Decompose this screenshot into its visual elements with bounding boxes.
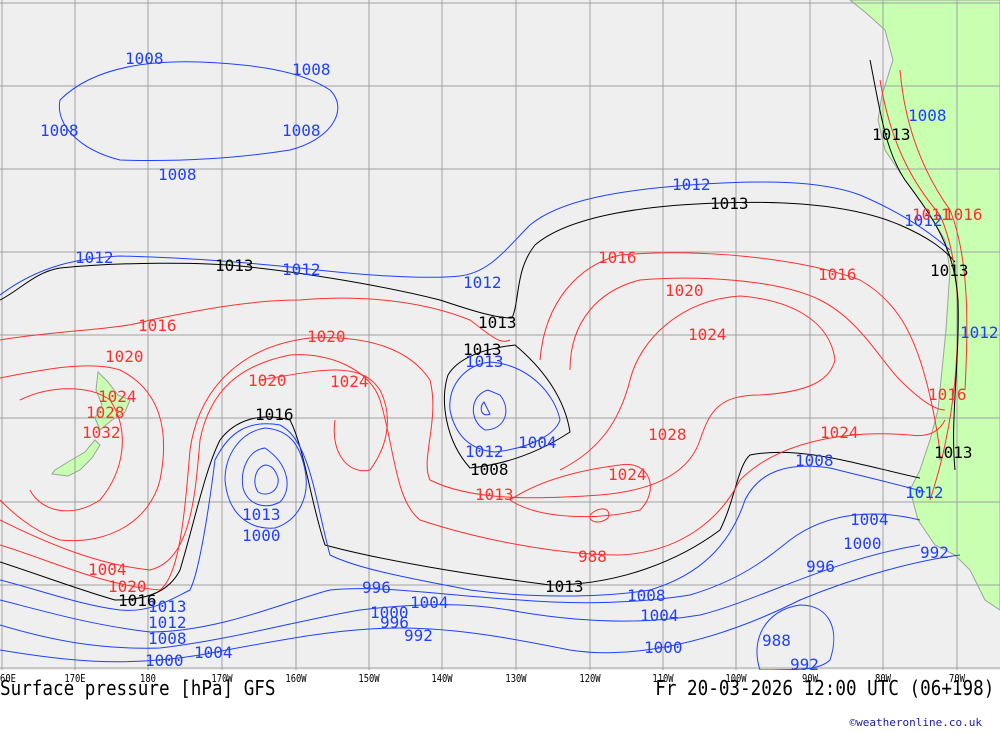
isobar-label: 1008 <box>908 106 947 125</box>
isobar-label: 1016 <box>598 248 637 267</box>
isobar-label: 1032 <box>82 423 121 442</box>
isobar-label: 1000 <box>242 526 281 545</box>
longitude-label: 130W <box>505 672 527 685</box>
longitude-label: 150W <box>358 672 380 685</box>
isobar-label: 1020 <box>105 347 144 366</box>
isobar-label: 1000 <box>843 534 882 553</box>
isobar-label: 1020 <box>248 371 287 390</box>
isobar-label: 1012 <box>75 248 114 267</box>
isobar-label: 1008 <box>282 121 321 140</box>
isobar-label: 1004 <box>410 593 449 612</box>
isobar-label: 1004 <box>640 606 679 625</box>
isobar-label: 1024 <box>608 465 647 484</box>
isobar-label: 1004 <box>850 510 889 529</box>
isobar-label: 1000 <box>145 651 184 670</box>
isobar-label: 1012 <box>465 442 504 461</box>
isobar-label: 1012 <box>905 483 944 502</box>
isobar-label: 1008 <box>125 49 164 68</box>
isobar-label: 1024 <box>330 372 369 391</box>
isobar-label: 1008 <box>148 629 187 648</box>
isobar-label: 992 <box>920 543 949 562</box>
isobar-label: 1013 <box>478 313 517 332</box>
isobar-label: 1013 <box>215 256 254 275</box>
isobar-label: 1016 <box>138 316 177 335</box>
isobar-label: 1008 <box>795 451 834 470</box>
longitude-label: 160W <box>285 672 307 685</box>
isobar-label: 1013 <box>872 125 911 144</box>
valid-time: Fr 20-03-2026 12:00 UTC (06+198) <box>654 676 994 700</box>
isobar-label: 1012 <box>672 175 711 194</box>
isobar-label: 1012 <box>960 323 999 342</box>
isobar-label: 1004 <box>518 433 557 452</box>
isobar-label: 1008 <box>158 165 197 184</box>
isobar-label: 988 <box>762 631 791 650</box>
isobar-label: 1013 <box>475 485 514 504</box>
isobar-label: 1016 <box>928 385 967 404</box>
map-title: Surface pressure [hPa] GFS <box>0 676 276 700</box>
isobar-label: 1008 <box>292 60 331 79</box>
isobar-label: 1013 <box>465 352 504 371</box>
isobar-label: 1012 <box>463 273 502 292</box>
isobar-label: 1004 <box>194 643 233 662</box>
isobar-label: 1013 <box>545 577 584 596</box>
isobar-label: 1028 <box>648 425 687 444</box>
isobar-label: 1016 <box>255 405 294 424</box>
isobar-label: 1020 <box>665 281 704 300</box>
isobar-label: 1024 <box>688 325 727 344</box>
isobar-label: 1028 <box>86 403 125 422</box>
isobar-label: 1020 <box>307 327 346 346</box>
isobar-label: 1013 <box>930 261 969 280</box>
longitude-label: 140W <box>431 672 453 685</box>
isobar-label: 992 <box>404 626 433 645</box>
isobar-label: 1012 <box>282 260 321 279</box>
credit-link[interactable]: ©weatheronline.co.uk <box>850 716 982 729</box>
isobar-label: 1016 <box>944 205 983 224</box>
isobar-label: 1024 <box>820 423 859 442</box>
isobar-label: 1008 <box>40 121 79 140</box>
isobar-label: 1013 <box>242 505 281 524</box>
isobar-label: 1016 <box>818 265 857 284</box>
isobar-label: 1013 <box>710 194 749 213</box>
isobar-label: 1008 <box>627 586 666 605</box>
isobar-label: 1013 <box>934 443 973 462</box>
isobar-label: 1008 <box>470 460 509 479</box>
isobar-label: 996 <box>362 578 391 597</box>
isobar-label: 992 <box>790 655 819 670</box>
longitude-label: 120W <box>579 672 601 685</box>
isobar-label: 1000 <box>644 638 683 657</box>
isobar-label: 988 <box>578 547 607 566</box>
pressure-map: 100810081008 100810081012 1013 101210121013… <box>0 0 1000 670</box>
isobar-label: 996 <box>806 557 835 576</box>
